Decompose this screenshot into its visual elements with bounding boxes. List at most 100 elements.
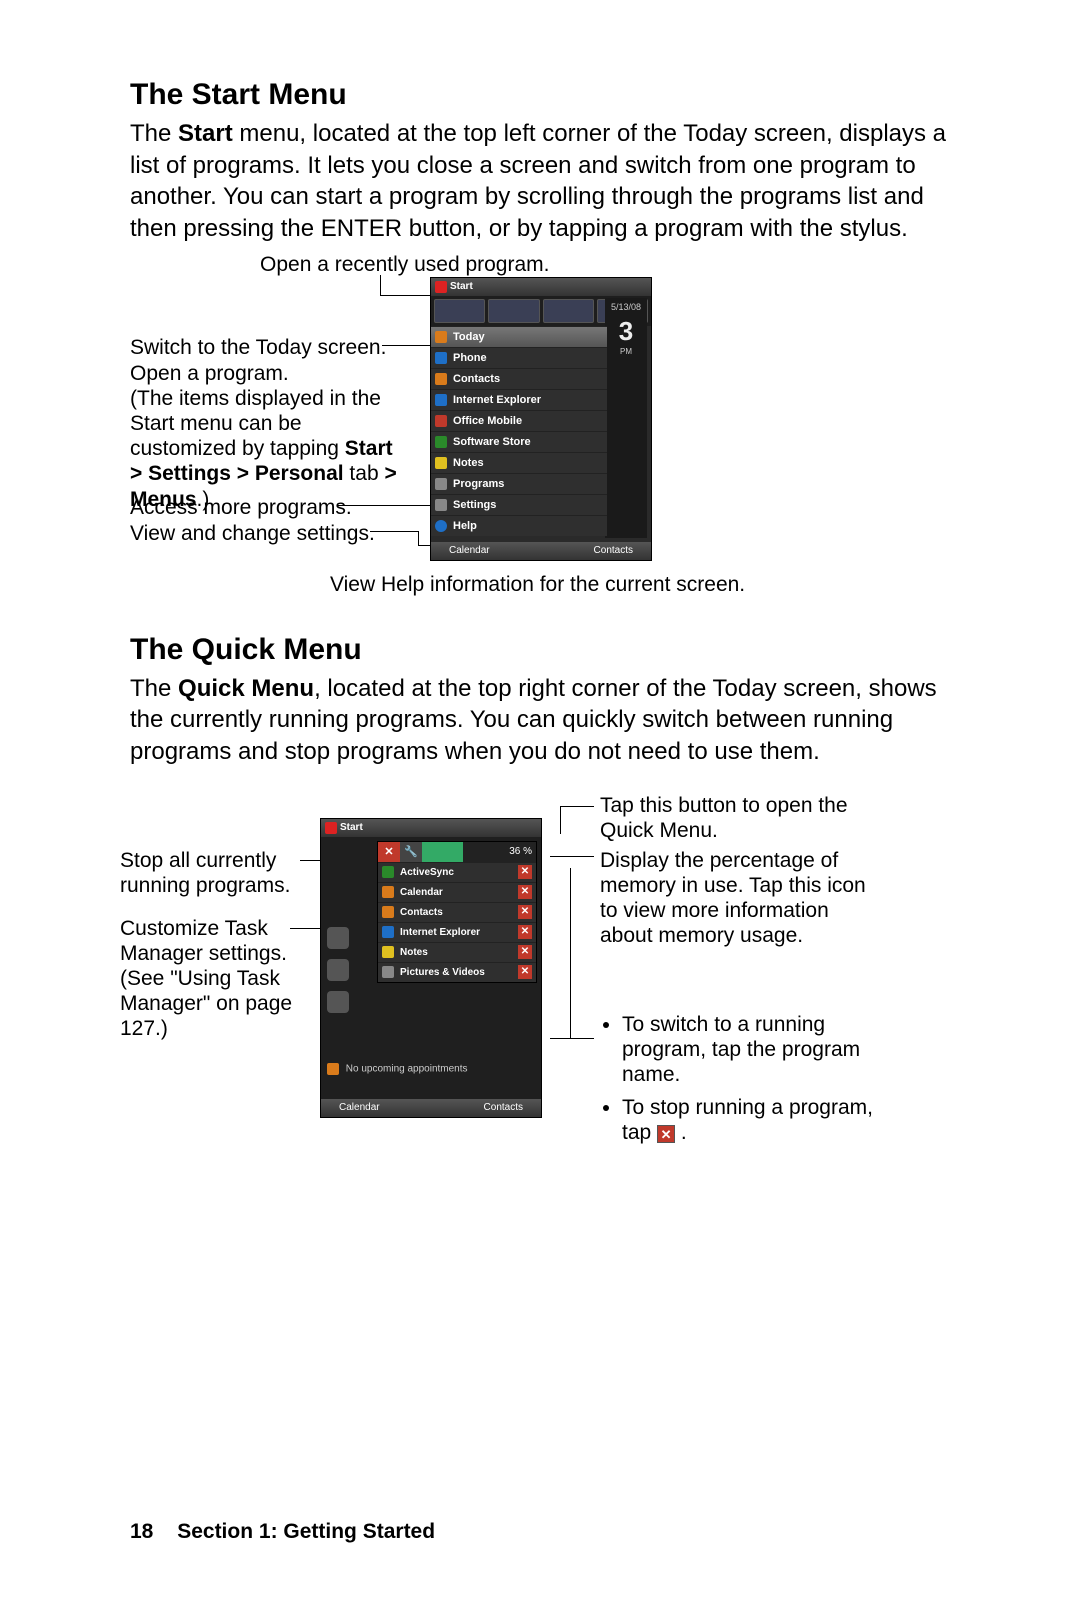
close-icon: ✕ <box>518 885 532 899</box>
phone-topbar: Start <box>431 278 651 296</box>
qm-label: Notes <box>400 947 428 958</box>
callout-recent-program: Open a recently used program. <box>260 253 550 277</box>
contacts-icon <box>382 906 394 918</box>
start-label: Start <box>340 822 363 833</box>
text: menu, located at the top left corner of … <box>130 120 946 242</box>
no-appointments-text: No upcoming appointments <box>327 1063 535 1075</box>
softkey-right: Contacts <box>594 545 633 556</box>
para-start-menu: The Start menu, located at the top left … <box>130 118 960 245</box>
menu-label: Help <box>453 520 477 532</box>
qm-row-ie: Internet Explorer ✕ <box>378 922 536 942</box>
menu-item-notes: Notes <box>431 452 607 473</box>
callout-help-info: View Help information for the current sc… <box>330 573 745 597</box>
text-bold: Quick Menu <box>178 675 314 702</box>
programs-icon <box>435 478 447 490</box>
notes-icon <box>435 457 447 469</box>
callout-open-program: Open a program. (The items displayed in … <box>130 361 400 512</box>
para-quick-menu: The Quick Menu, located at the top right… <box>130 673 960 768</box>
text: No upcoming appointments <box>346 1063 468 1074</box>
start-label: Start <box>450 281 473 292</box>
softkey-bar: Calendar Contacts <box>431 542 651 560</box>
text: (The items displayed in the Start menu c… <box>130 387 381 460</box>
mru-icon <box>488 299 539 323</box>
phone-body: ✕ 🔧 36 % ActiveSync✕ Calendar✕ Contacts✕… <box>321 837 541 1101</box>
softkey-left: Calendar <box>449 545 490 556</box>
softkey-right: Contacts <box>484 1102 523 1113</box>
menu-label: Settings <box>453 499 496 511</box>
heading-start-menu: The Start Menu <box>130 78 960 112</box>
quick-menu-header: ✕ 🔧 36 % <box>378 842 536 862</box>
qm-label: ActiveSync <box>400 867 454 878</box>
heading-quick-menu: The Quick Menu <box>130 633 960 667</box>
clock-digit: 3 <box>605 316 647 347</box>
close-icon: ✕ <box>657 1125 675 1143</box>
plugin-icon <box>327 991 349 1013</box>
qm-label: Internet Explorer <box>400 927 480 938</box>
leader-line <box>550 856 594 857</box>
screenshot-start-menu: Start 5/13/08 3 PM Today Phone Contacts … <box>430 277 652 561</box>
menu-label: Today <box>453 331 485 343</box>
callout-customize-tm: Customize Task Manager settings. (See "U… <box>120 916 320 1042</box>
settings-icon <box>435 499 447 511</box>
page-number: 18 <box>130 1520 153 1543</box>
menu-label: Notes <box>453 457 484 469</box>
text: The <box>130 675 178 702</box>
callout-memory-percentage: Display the percentage of memory in use.… <box>600 848 880 949</box>
leader-line <box>560 806 561 834</box>
figure-quick-menu: Stop all currently running programs. Cus… <box>130 798 960 1158</box>
qm-row-notes: Notes✕ <box>378 942 536 962</box>
ampm-text: PM <box>605 347 647 356</box>
menu-item-today: Today <box>431 326 607 347</box>
ie-icon <box>435 394 447 406</box>
today-icon <box>435 331 447 343</box>
leader-line <box>550 1038 594 1039</box>
menu-item-office: Office Mobile <box>431 410 607 431</box>
leader-line <box>380 275 381 295</box>
plugin-icon <box>327 927 349 949</box>
menu-item-softwarestore: Software Store <box>431 431 607 452</box>
pictures-icon <box>382 966 394 978</box>
ie-icon <box>382 926 394 938</box>
calendar-icon <box>327 1063 339 1075</box>
qm-row-pictures: Pictures & Videos✕ <box>378 962 536 982</box>
contacts-icon <box>435 373 447 385</box>
callout-access-programs: Access more programs. <box>130 495 390 520</box>
mru-icon <box>434 299 485 323</box>
menu-label: Internet Explorer <box>453 394 541 406</box>
callout-running-list: To switch to a running program, tap the … <box>600 1012 880 1154</box>
quick-menu-panel: ✕ 🔧 36 % ActiveSync✕ Calendar✕ Contacts✕… <box>377 841 537 983</box>
phone-icon <box>435 352 447 364</box>
home-icon <box>327 959 349 981</box>
qm-row-calendar: Calendar ✕ <box>378 882 536 902</box>
text: tab <box>344 462 385 485</box>
menu-item-phone: Phone <box>431 347 607 368</box>
menu-label: Office Mobile <box>453 415 522 427</box>
menu-item-contacts: Contacts <box>431 368 607 389</box>
menu-label: Software Store <box>453 436 531 448</box>
office-icon <box>435 415 447 427</box>
menu-label: Programs <box>453 478 504 490</box>
activesync-icon <box>382 866 394 878</box>
menu-label: Contacts <box>453 373 500 385</box>
qm-label: Calendar <box>400 887 443 898</box>
date-column: 5/13/08 3 PM <box>605 298 647 538</box>
callout-stop-all: Stop all currently running programs. <box>120 848 320 898</box>
qm-row-contacts: Contacts✕ <box>378 902 536 922</box>
date-text: 5/13/08 <box>605 302 647 312</box>
section-title: Section 1: Getting Started <box>177 1520 435 1543</box>
leader-line <box>418 531 419 545</box>
start-menu-list: Today Phone Contacts Internet Explorer O… <box>431 326 607 536</box>
notes-icon <box>382 946 394 958</box>
bullet-stop: To stop running a program, tap ✕ . <box>622 1095 880 1145</box>
qm-label: Contacts <box>400 907 443 918</box>
mru-icon <box>543 299 594 323</box>
text-bold: Start <box>178 120 233 147</box>
screenshot-quick-menu: Start ✕ 🔧 36 % ActiveSync ✕ Calendar ✕ <box>320 818 542 1118</box>
close-icon: ✕ <box>518 865 532 879</box>
callout-open-quickmenu: Tap this button to open the Quick Menu. <box>600 793 880 843</box>
figure-start-menu: Open a recently used program. Switch to … <box>130 253 960 613</box>
text: Open a program. <box>130 362 289 385</box>
close-icon: ✕ <box>518 925 532 939</box>
leader-line <box>370 531 418 532</box>
menu-item-programs: Programs <box>431 473 607 494</box>
